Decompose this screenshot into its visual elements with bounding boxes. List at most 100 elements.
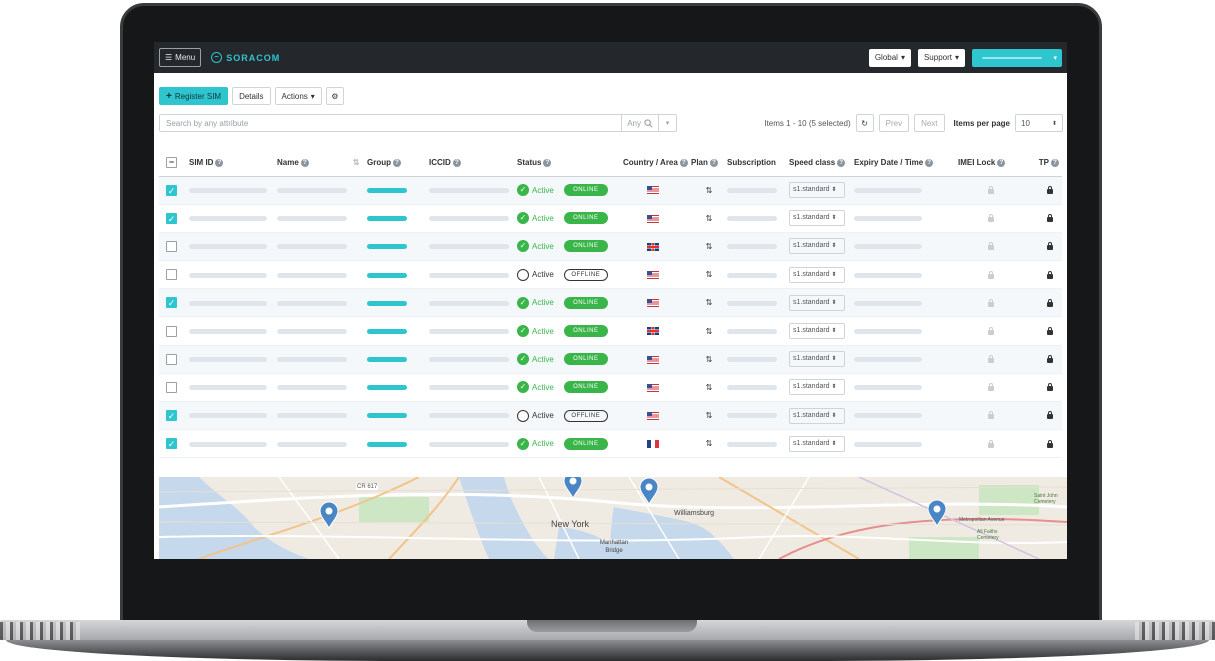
sim-id-placeholder[interactable] [189, 357, 267, 363]
map-pin-icon[interactable] [927, 499, 947, 527]
lock-icon[interactable] [988, 298, 994, 307]
menu-button[interactable]: ☰ Menu [159, 48, 202, 67]
speed-class-select[interactable]: s1.standard ⬍ [789, 379, 845, 396]
col-plan[interactable]: Plan? [691, 150, 727, 177]
lock-icon[interactable] [1047, 214, 1053, 223]
lock-icon[interactable] [988, 383, 994, 392]
group-placeholder[interactable] [367, 413, 407, 419]
lock-icon[interactable] [988, 355, 994, 364]
col-country[interactable]: Country / Area? [623, 150, 691, 177]
prev-button[interactable]: Prev [878, 114, 910, 132]
actions-dropdown[interactable]: Actions ▾ [274, 87, 322, 105]
table-row[interactable]: ✓ Active ONLINE ⇅ s1.standard ⬍ [159, 373, 1062, 403]
search-scope[interactable]: Any [621, 115, 658, 131]
brand-logo[interactable]: SORACOM [211, 52, 280, 63]
speed-class-select[interactable]: s1.standard ⬍ [789, 238, 845, 255]
row-checkbox[interactable] [166, 240, 177, 252]
speed-class-select[interactable]: s1.standard ⬍ [789, 435, 845, 452]
row-checkbox[interactable]: ✓ [166, 184, 177, 196]
group-placeholder[interactable] [367, 441, 407, 447]
select-all-checkbox[interactable]: − [166, 157, 177, 169]
refresh-button[interactable]: ↻ [855, 114, 874, 132]
table-row[interactable]: ✓ ✓ Active ONLINE ⇅ s1.standard ⬍ [159, 204, 1062, 233]
group-placeholder[interactable] [367, 187, 407, 193]
lock-icon[interactable] [1047, 185, 1053, 194]
sim-id-placeholder[interactable] [189, 385, 267, 391]
map-pin-icon[interactable] [563, 477, 583, 499]
row-checkbox[interactable]: ✓ [166, 212, 177, 224]
group-placeholder[interactable] [367, 357, 407, 363]
sim-id-placeholder[interactable] [189, 216, 267, 222]
speed-class-select[interactable]: s1.standard ⬍ [789, 351, 845, 368]
table-row[interactable]: ✓ ✓ Active ONLINE ⇅ s1.standard ⬍ [159, 429, 1062, 459]
col-expiry[interactable]: Expiry Date / Time? [854, 150, 958, 177]
col-name[interactable]: Name? ⇅ [277, 150, 367, 177]
table-row[interactable]: ✓ Active ONLINE ⇅ s1.standard ⬍ [159, 232, 1062, 262]
row-checkbox[interactable]: ✓ [166, 297, 177, 309]
speed-class-select[interactable]: s1.standard ⬍ [789, 210, 845, 227]
sim-id-placeholder[interactable] [189, 187, 267, 193]
sim-location-map[interactable]: CR 617 New York Williamsburg Manhattan B… [159, 477, 1067, 559]
lock-icon[interactable] [988, 411, 994, 420]
search-input[interactable]: Search by any attribute [160, 119, 621, 128]
lock-icon[interactable] [1047, 383, 1053, 392]
register-sim-button[interactable]: + Register SIM [159, 87, 229, 105]
search-options-dropdown[interactable]: ▾ [658, 115, 676, 131]
lock-icon[interactable] [1047, 326, 1053, 335]
col-speed-class[interactable]: Speed class? [789, 150, 854, 177]
speed-class-select[interactable]: s1.standard ⬍ [789, 323, 845, 340]
col-tp[interactable]: TP? [1028, 150, 1062, 177]
table-row[interactable]: ✓ Active ONLINE ⇅ s1.standard ⬍ [159, 316, 1062, 346]
table-row[interactable]: Active OFFLINE ⇅ s1.standard ⬍ [159, 260, 1062, 290]
speed-class-select[interactable]: s1.standard ⬍ [789, 182, 845, 199]
sim-id-placeholder[interactable] [189, 272, 267, 278]
col-imei-lock[interactable]: IMEI Lock? [958, 150, 1028, 177]
lock-icon[interactable] [1047, 411, 1053, 420]
group-placeholder[interactable] [367, 385, 407, 391]
row-checkbox[interactable] [166, 353, 177, 365]
row-checkbox[interactable]: ✓ [166, 410, 177, 422]
map-pin-icon[interactable] [319, 501, 339, 529]
table-row[interactable]: ✓ ✓ Active ONLINE ⇅ s1.standard ⬍ [159, 176, 1062, 205]
lock-icon[interactable] [988, 185, 994, 194]
group-placeholder[interactable] [367, 216, 407, 222]
support-dropdown[interactable]: Support ▾ [917, 48, 965, 67]
speed-class-select[interactable]: s1.standard ⬍ [789, 294, 845, 311]
settings-button[interactable]: ⚙ [325, 87, 344, 105]
col-sim-id[interactable]: SIM ID? [189, 150, 277, 177]
lock-icon[interactable] [1047, 439, 1053, 448]
map-pin-icon[interactable] [639, 477, 659, 505]
lock-icon[interactable] [988, 326, 994, 335]
group-placeholder[interactable] [367, 328, 407, 334]
row-checkbox[interactable] [166, 269, 177, 281]
sim-id-placeholder[interactable] [189, 413, 267, 419]
sim-id-placeholder[interactable] [189, 328, 267, 334]
row-checkbox[interactable] [166, 325, 177, 337]
col-subscription[interactable]: Subscription [727, 150, 789, 177]
next-button[interactable]: Next [914, 114, 945, 132]
lock-icon[interactable] [988, 270, 994, 279]
col-group[interactable]: Group? [367, 150, 429, 177]
lock-icon[interactable] [1047, 355, 1053, 364]
table-row[interactable]: ✓ Active OFFLINE ⇅ s1.standard ⬍ [159, 401, 1062, 431]
coverage-dropdown[interactable]: Global ▾ [868, 48, 911, 67]
details-button[interactable]: Details [232, 87, 271, 105]
sim-id-placeholder[interactable] [189, 244, 267, 250]
col-iccid[interactable]: ICCID? [429, 150, 517, 177]
col-status[interactable]: Status? [517, 150, 623, 177]
table-row[interactable]: ✓ ✓ Active ONLINE ⇅ s1.standard ⬍ [159, 288, 1062, 318]
lock-icon[interactable] [988, 242, 994, 251]
group-placeholder[interactable] [367, 300, 407, 306]
lock-icon[interactable] [1047, 242, 1053, 251]
user-account-dropdown[interactable]: ▾ [972, 48, 1062, 67]
row-checkbox[interactable]: ✓ [166, 438, 177, 450]
lock-icon[interactable] [988, 214, 994, 223]
lock-icon[interactable] [1047, 270, 1053, 279]
row-checkbox[interactable] [166, 381, 177, 393]
group-placeholder[interactable] [367, 272, 407, 278]
speed-class-select[interactable]: s1.standard ⬍ [789, 266, 845, 283]
sort-icon[interactable]: ⇅ [353, 158, 360, 167]
sim-id-placeholder[interactable] [189, 441, 267, 447]
sim-id-placeholder[interactable] [189, 300, 267, 306]
group-placeholder[interactable] [367, 244, 407, 250]
